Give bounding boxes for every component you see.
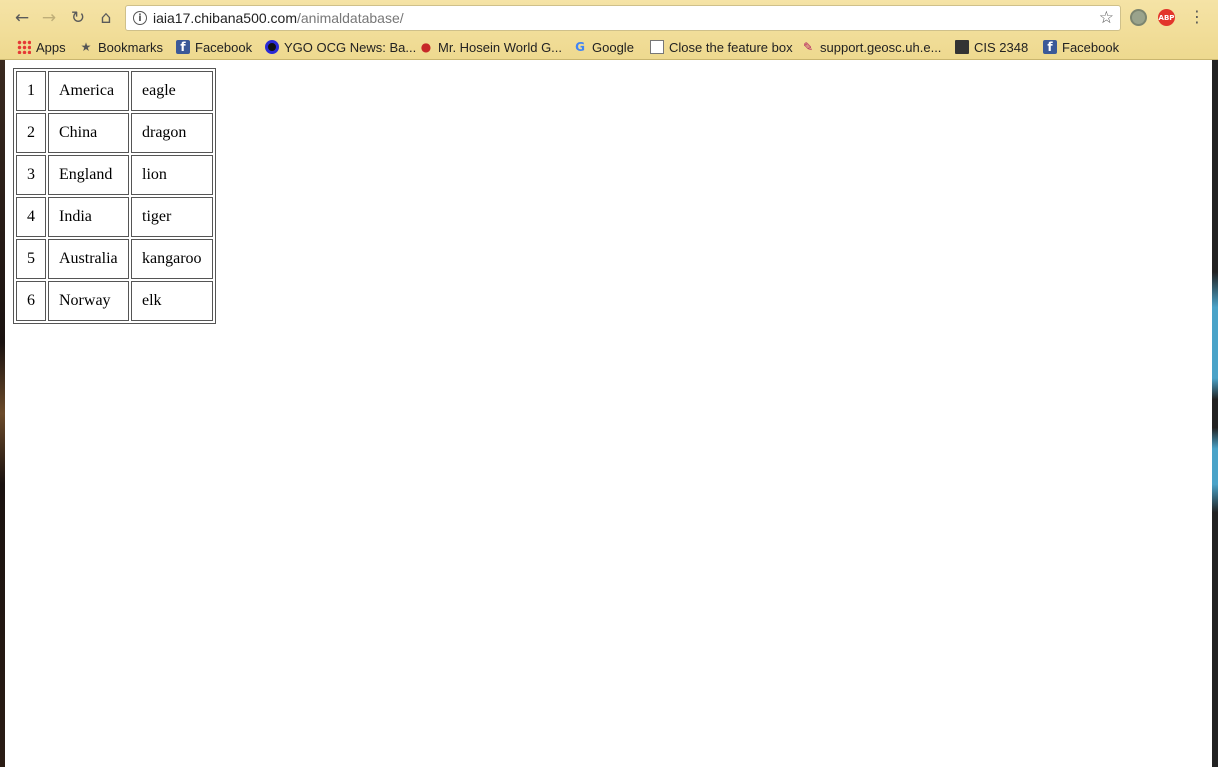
row-id-cell: 6 bbox=[16, 281, 46, 321]
ygo-icon bbox=[265, 40, 279, 54]
bookmark-label: YGO OCG News: Ba... bbox=[284, 39, 417, 55]
reload-icon: ↻ bbox=[70, 8, 86, 28]
browser-toolbar: ← → ↻ ⌂ i iaia17.chibana500.com/animalda… bbox=[0, 0, 1218, 35]
animal-cell: tiger bbox=[131, 197, 213, 237]
bookmark-cis-2348[interactable]: CIS 2348 bbox=[955, 38, 1028, 56]
bookmark-support-geosc[interactable]: ✎ support.geosc.uh.e... bbox=[801, 38, 941, 56]
bookmark-label: support.geosc.uh.e... bbox=[820, 39, 942, 55]
bookmark-label: Facebook bbox=[195, 39, 253, 55]
bookmark-google[interactable]: G Google bbox=[573, 38, 634, 56]
country-cell: Norway bbox=[48, 281, 129, 321]
row-id-cell: 3 bbox=[16, 155, 46, 195]
country-cell: England bbox=[48, 155, 129, 195]
page-icon bbox=[650, 40, 664, 54]
bookmark-star-icon[interactable]: ☆ bbox=[1099, 8, 1114, 28]
arrow-left-icon: ← bbox=[14, 8, 30, 28]
feather-icon: ✎ bbox=[802, 40, 814, 54]
animal-cell: eagle bbox=[131, 71, 213, 111]
back-button[interactable]: ← bbox=[11, 7, 33, 29]
reload-button[interactable]: ↻ bbox=[67, 7, 89, 29]
desktop-edge-right bbox=[1212, 60, 1218, 767]
url-host: iaia17.chibana500.com bbox=[153, 10, 297, 26]
row-id-cell: 1 bbox=[16, 71, 46, 111]
browser-menu-icon[interactable]: ⋮ bbox=[1189, 8, 1205, 26]
url-path: /animaldatabase/ bbox=[297, 10, 404, 26]
bookmark-mr-hosein[interactable]: ● Mr. Hosein World G... bbox=[419, 38, 562, 56]
bookmark-label: Bookmarks bbox=[98, 39, 164, 55]
home-button[interactable]: ⌂ bbox=[95, 7, 117, 29]
country-cell: Australia bbox=[48, 239, 129, 279]
table-row: 4 India tiger bbox=[16, 197, 213, 237]
table-row: 6 Norway elk bbox=[16, 281, 213, 321]
page-viewport: 1 America eagle 2 China dragon 3 England… bbox=[5, 60, 1212, 767]
animal-table: 1 America eagle 2 China dragon 3 England… bbox=[13, 68, 216, 324]
bookmark-label: Apps bbox=[36, 39, 66, 55]
row-id-cell: 2 bbox=[16, 113, 46, 153]
star-icon: ★ bbox=[80, 40, 92, 54]
bookmark-label: Google bbox=[592, 39, 634, 55]
apps-grid-icon bbox=[17, 40, 31, 54]
bookmark-label: Facebook bbox=[1062, 39, 1120, 55]
table-row: 1 America eagle bbox=[16, 71, 213, 111]
bookmark-facebook[interactable]: f Facebook bbox=[176, 38, 252, 56]
country-cell: India bbox=[48, 197, 129, 237]
facebook-icon: f bbox=[176, 40, 190, 54]
row-id-cell: 4 bbox=[16, 197, 46, 237]
bookmark-label: Mr. Hosein World G... bbox=[438, 39, 563, 55]
browser-chrome: ← → ↻ ⌂ i iaia17.chibana500.com/animalda… bbox=[0, 0, 1218, 60]
bookmarks-bar: Apps ★ Bookmarks f Facebook YGO OCG News… bbox=[0, 35, 1218, 59]
row-id-cell: 5 bbox=[16, 239, 46, 279]
info-icon[interactable]: i bbox=[133, 11, 147, 25]
table-row: 3 England lion bbox=[16, 155, 213, 195]
adblock-plus-icon[interactable]: ABP bbox=[1158, 9, 1175, 26]
country-cell: China bbox=[48, 113, 129, 153]
forward-button[interactable]: → bbox=[38, 7, 60, 29]
bookmark-label: Close the feature box bbox=[669, 39, 793, 55]
bookmark-close-feature-box[interactable]: Close the feature box bbox=[650, 38, 793, 56]
book-icon bbox=[955, 40, 969, 54]
animal-cell: kangaroo bbox=[131, 239, 213, 279]
table-row: 2 China dragon bbox=[16, 113, 213, 153]
google-icon: G bbox=[575, 40, 585, 54]
url-text[interactable]: iaia17.chibana500.com/animaldatabase/ bbox=[153, 10, 404, 26]
address-bar[interactable]: i iaia17.chibana500.com/animaldatabase/ … bbox=[125, 5, 1121, 31]
bookmark-bookmarks-folder[interactable]: ★ Bookmarks bbox=[79, 38, 163, 56]
bookmark-facebook-2[interactable]: f Facebook bbox=[1043, 38, 1119, 56]
bookmark-apps[interactable]: Apps bbox=[17, 38, 66, 56]
facebook-icon: f bbox=[1043, 40, 1057, 54]
table-row: 5 Australia kangaroo bbox=[16, 239, 213, 279]
extension-ghost-icon[interactable] bbox=[1130, 9, 1147, 26]
arrow-right-icon: → bbox=[41, 8, 57, 28]
bookmark-ygo-news[interactable]: YGO OCG News: Ba... bbox=[265, 38, 416, 56]
animal-cell: elk bbox=[131, 281, 213, 321]
bookmark-label: CIS 2348 bbox=[974, 39, 1029, 55]
animal-cell: lion bbox=[131, 155, 213, 195]
home-icon: ⌂ bbox=[100, 8, 112, 28]
apple-icon: ● bbox=[420, 40, 432, 54]
country-cell: America bbox=[48, 71, 129, 111]
animal-cell: dragon bbox=[131, 113, 213, 153]
